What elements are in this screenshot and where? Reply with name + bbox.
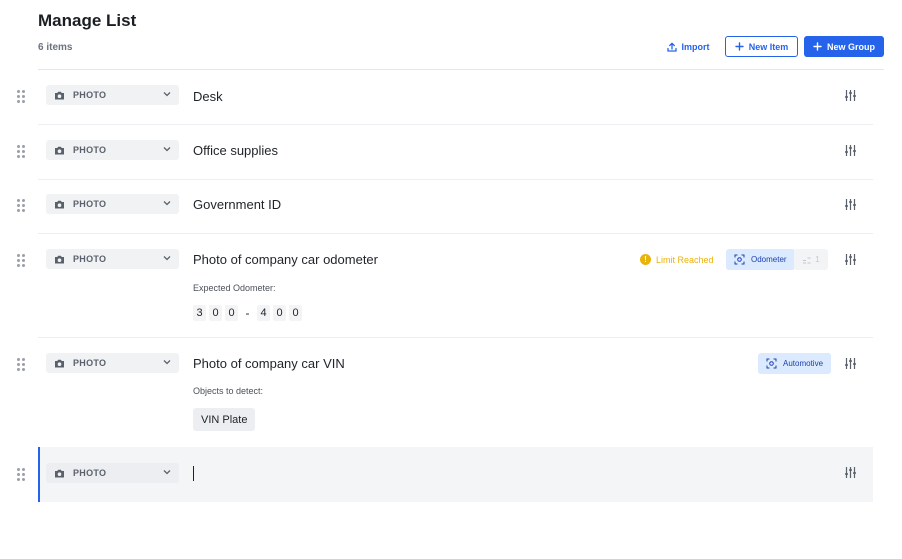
- counter-badge[interactable]: 1: [794, 249, 828, 270]
- detector-tag[interactable]: Odometer: [726, 249, 795, 270]
- odometer-range-separator: -: [245, 306, 250, 320]
- list-item[interactable]: PHOTO Photo of company car odometer ! Li…: [17, 234, 873, 337]
- counter-value: 1: [815, 255, 820, 264]
- settings-sliders-icon[interactable]: [844, 466, 857, 479]
- odometer-min-digit[interactable]: 0: [225, 305, 238, 321]
- item-type-select[interactable]: PHOTO: [46, 249, 179, 269]
- settings-sliders-icon[interactable]: [844, 357, 857, 370]
- limit-reached-badge: ! Limit Reached: [640, 254, 714, 265]
- settings-sliders-icon[interactable]: [844, 89, 857, 102]
- item-type-label: PHOTO: [73, 254, 107, 264]
- chevron-down-icon: [163, 147, 171, 152]
- detector-tag[interactable]: Automotive: [758, 353, 832, 374]
- chevron-down-icon: [163, 92, 171, 97]
- chevron-down-icon: [163, 470, 171, 475]
- item-type-label: PHOTO: [73, 90, 107, 100]
- list-item[interactable]: PHOTO Office supplies: [17, 125, 873, 179]
- item-type-select[interactable]: PHOTO: [46, 85, 179, 105]
- expected-odometer-label: Expected Odometer:: [193, 283, 276, 293]
- text-caret: [193, 466, 194, 481]
- chevron-down-icon: [163, 201, 171, 206]
- item-type-label: PHOTO: [73, 358, 107, 368]
- camera-icon: [55, 359, 64, 367]
- new-group-label: New Group: [826, 41, 875, 52]
- drag-handle-icon[interactable]: [17, 468, 25, 481]
- item-name[interactable]: Photo of company car odometer: [193, 252, 378, 267]
- camera-icon: [55, 91, 64, 99]
- detect-icon: [766, 358, 777, 369]
- new-group-button[interactable]: New Group: [804, 36, 884, 57]
- list-item-editing[interactable]: PHOTO: [17, 447, 873, 502]
- item-type-label: PHOTO: [73, 199, 107, 209]
- settings-sliders-icon[interactable]: [844, 198, 857, 211]
- camera-icon: [55, 255, 64, 263]
- limit-reached-label: Limit Reached: [656, 254, 714, 265]
- item-type-select[interactable]: PHOTO: [46, 140, 179, 160]
- drag-handle-icon[interactable]: [17, 90, 25, 103]
- objects-to-detect-label: Objects to detect:: [193, 386, 264, 396]
- list-item[interactable]: PHOTO Government ID: [17, 180, 873, 233]
- drag-handle-icon[interactable]: [17, 145, 25, 158]
- drag-handle-icon[interactable]: [17, 358, 25, 371]
- import-button[interactable]: Import: [660, 36, 716, 57]
- camera-icon: [55, 469, 64, 477]
- plus-icon: [813, 42, 822, 51]
- detector-tag-label: Odometer: [751, 255, 787, 264]
- item-type-select[interactable]: PHOTO: [46, 194, 179, 214]
- settings-sliders-icon[interactable]: [844, 144, 857, 157]
- new-item-label: New Item: [748, 41, 789, 52]
- camera-icon: [55, 200, 64, 208]
- new-item-button[interactable]: New Item: [725, 36, 798, 57]
- item-type-select[interactable]: PHOTO: [46, 463, 179, 483]
- odometer-min-digit[interactable]: 3: [193, 305, 206, 321]
- settings-sliders-icon[interactable]: [844, 253, 857, 266]
- drag-handle-icon[interactable]: [17, 254, 25, 267]
- odometer-max-digit[interactable]: 0: [273, 305, 286, 321]
- item-count: 6 items: [38, 42, 73, 53]
- page-title: Manage List: [38, 11, 137, 30]
- item-type-label: PHOTO: [73, 468, 107, 478]
- item-type-label: PHOTO: [73, 145, 107, 155]
- import-label: Import: [681, 41, 710, 52]
- detector-tag-label: Automotive: [783, 359, 824, 368]
- item-name[interactable]: Desk: [193, 89, 223, 104]
- camera-icon: [55, 146, 64, 154]
- odometer-min-digit[interactable]: 0: [209, 305, 222, 321]
- item-type-select[interactable]: PHOTO: [46, 353, 179, 373]
- detect-icon: [734, 254, 745, 265]
- odometer-max-digit[interactable]: 4: [257, 305, 270, 321]
- chevron-down-icon: [163, 360, 171, 365]
- plus-icon: [735, 42, 744, 51]
- list-item[interactable]: PHOTO Desk: [17, 70, 873, 124]
- warning-icon: !: [640, 254, 651, 265]
- upload-icon: [666, 42, 677, 52]
- odometer-range[interactable]: 3 0 0 - 4 0 0: [193, 305, 302, 321]
- list-item[interactable]: PHOTO Photo of company car VIN Automotiv…: [17, 338, 873, 446]
- object-chip[interactable]: VIN Plate: [193, 408, 256, 431]
- drag-handle-icon[interactable]: [17, 199, 25, 212]
- odometer-max-digit[interactable]: 0: [289, 305, 302, 321]
- item-name[interactable]: Photo of company car VIN: [193, 356, 345, 371]
- item-name[interactable]: Government ID: [193, 197, 281, 212]
- stack-icon: [803, 257, 811, 264]
- chevron-down-icon: [163, 256, 171, 261]
- item-name[interactable]: Office supplies: [193, 143, 278, 158]
